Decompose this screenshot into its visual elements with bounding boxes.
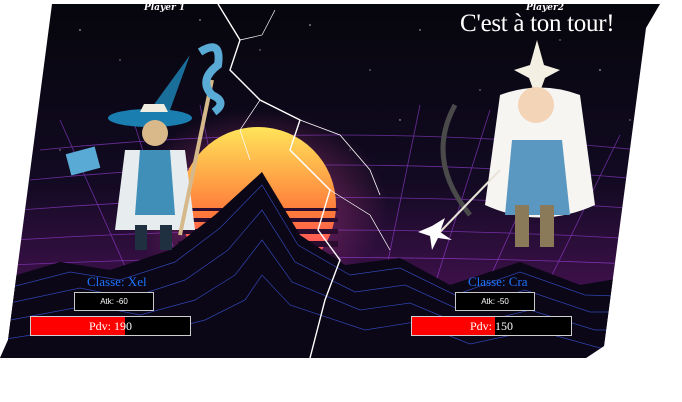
player2-hp-bar: Pdv: 150 bbox=[411, 316, 572, 336]
game-scene: Player 1 Player2 C'est à ton tour! Class… bbox=[0, 0, 682, 402]
player1-hp-bar: Pdv: 190 bbox=[30, 316, 191, 336]
player1-title: Player 1 bbox=[144, 3, 186, 13]
turn-message: C'est à ton tour! bbox=[460, 10, 615, 37]
player2-hp-label: Pdv: 150 bbox=[469, 318, 513, 333]
player1-hp-label: Pdv: 190 bbox=[88, 318, 132, 333]
player2-attack-button[interactable]: Atk: -50 bbox=[455, 292, 535, 311]
player1-classe-label: Classe: Xel bbox=[87, 274, 147, 289]
player2-classe-label: Classe: Cra bbox=[468, 274, 528, 289]
arena-background bbox=[0, 0, 682, 402]
player1-attack-button[interactable]: Atk: -60 bbox=[74, 292, 154, 311]
